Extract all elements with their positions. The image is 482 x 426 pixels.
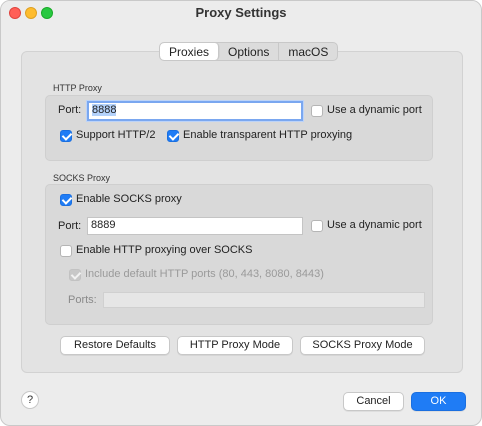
window-title: Proxy Settings <box>195 5 287 20</box>
enable-socks-label: Enable SOCKS proxy <box>76 193 182 205</box>
socks-port-label: Port: <box>58 220 82 232</box>
restore-defaults-button[interactable]: Restore Defaults <box>60 336 170 355</box>
support-http2-checkbox[interactable] <box>60 130 72 142</box>
http-proxy-mode-button[interactable]: HTTP Proxy Mode <box>177 336 293 355</box>
support-http2-label: Support HTTP/2 <box>76 129 156 141</box>
include-default-ports-checkbox <box>69 269 81 281</box>
socks-proxy-group-label: SOCKS Proxy <box>53 173 111 183</box>
socks-dynamic-port-label: Use a dynamic port <box>327 219 422 231</box>
ok-button[interactable]: OK <box>411 392 466 411</box>
transparent-proxying-label: Enable transparent HTTP proxying <box>183 129 353 141</box>
tab-proxies[interactable]: Proxies <box>160 43 220 60</box>
tab-macos[interactable]: macOS <box>279 43 337 60</box>
title-bar: Proxy Settings <box>1 1 481 25</box>
socks-proxy-mode-button[interactable]: SOCKS Proxy Mode <box>300 336 425 355</box>
transparent-proxying-checkbox[interactable] <box>167 130 179 142</box>
socks-port-input[interactable]: 8889 <box>87 217 303 235</box>
ports-label: Ports: <box>68 294 97 306</box>
tab-options[interactable]: Options <box>219 43 280 60</box>
tab-bar: Proxies Options macOS <box>159 42 339 61</box>
cancel-button[interactable]: Cancel <box>343 392 404 411</box>
include-default-ports-label: Include default HTTP ports (80, 443, 808… <box>85 268 324 280</box>
http-port-label: Port: <box>58 104 82 116</box>
socks-dynamic-port-checkbox[interactable] <box>311 220 323 232</box>
proxy-settings-window: Proxy Settings Proxies Options macOS HTT… <box>0 0 482 426</box>
socks-port-value: 8889 <box>91 219 116 231</box>
help-button[interactable]: ? <box>21 391 39 409</box>
ports-input <box>103 292 425 308</box>
enable-socks-checkbox[interactable] <box>60 194 72 206</box>
http-port-input[interactable]: 8888 <box>87 101 303 121</box>
http-over-socks-label: Enable HTTP proxying over SOCKS <box>76 244 253 256</box>
http-over-socks-checkbox[interactable] <box>60 245 72 257</box>
http-dynamic-port-checkbox[interactable] <box>311 105 323 117</box>
http-dynamic-port-label: Use a dynamic port <box>327 104 422 116</box>
http-port-value: 8888 <box>92 104 117 116</box>
http-proxy-group-label: HTTP Proxy <box>53 83 102 93</box>
